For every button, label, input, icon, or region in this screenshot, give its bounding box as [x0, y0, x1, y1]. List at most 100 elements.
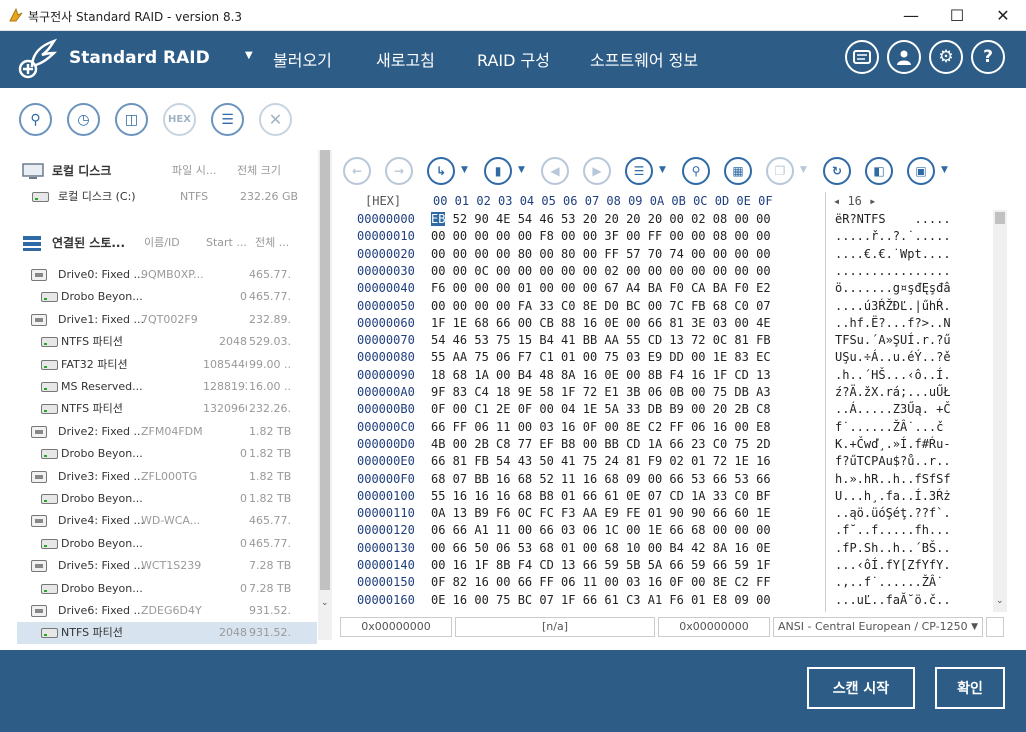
hex-ascii[interactable]: ................ — [835, 264, 951, 278]
hex-ascii[interactable]: f?űTCPAu$?ů..r.. — [835, 454, 951, 468]
hex-ascii[interactable]: K.+Čwď¸.»Í.f#Ŕu- — [835, 437, 951, 451]
hex-view-icon[interactable]: HEX — [163, 103, 196, 136]
hex-ascii[interactable]: ëR?NTFS ..... — [835, 212, 951, 226]
col-total[interactable]: 전체 ... — [255, 232, 289, 254]
col-start[interactable]: Start ... — [206, 232, 247, 254]
hex-ascii[interactable]: ....€.€.˙Wpt.... — [835, 247, 951, 261]
hex-bytes[interactable]: 68 07 BB 16 68 52 11 16 68 09 00 66 53 6… — [431, 472, 771, 486]
save-dropdown-icon[interactable]: ▼ — [941, 165, 948, 175]
hex-row[interactable]: 00000100 55 16 16 16 68 B8 01 66 61 0E 07… — [337, 489, 1009, 506]
hex-bytes[interactable]: 00 16 1F 8B F4 CD 13 66 59 5B 5A 66 59 6… — [431, 558, 771, 572]
hex-row[interactable]: 00000110 0A 13 B9 F6 0C FC F3 AA E9 FE 01… — [337, 506, 1009, 523]
tree-row[interactable]: FAT32 파티션 108544099.00 ... — [17, 354, 317, 376]
tree-row[interactable]: Drobo Beyon... 0 1.82 TB — [17, 443, 317, 465]
hex-ascii[interactable]: .h..´HŠ...‹ô..Í. — [835, 368, 951, 382]
hex-row[interactable]: 00000010 00 00 00 00 00 F8 00 00 3F 00 FF… — [337, 229, 1009, 246]
hex-bytes[interactable]: 00 00 00 00 00 F8 00 00 3F 00 FF 00 00 0… — [431, 229, 771, 243]
bookmark-icon[interactable]: ▮ — [484, 157, 512, 185]
hex-ascii[interactable]: f˙......ŽÂ˙...č — [835, 420, 943, 434]
hex-row[interactable]: 00000150 0F 82 16 00 66 FF 06 11 00 03 16… — [337, 575, 1009, 592]
tree-row[interactable]: Drive4: Fixed ...WD-WCA... 465.77... — [17, 510, 317, 532]
save-icon[interactable]: ▣ — [907, 157, 935, 185]
goto-dropdown-icon[interactable]: ▼ — [461, 165, 468, 175]
hex-bytes[interactable]: 1F 1E 68 66 00 CB 88 16 0E 00 66 81 3E 0… — [431, 316, 771, 330]
hex-bytes[interactable]: 66 FF 06 11 00 03 16 0F 00 8E C2 FF 06 1… — [431, 420, 771, 434]
hex-row[interactable]: 000000D0 4B 00 2B C8 77 EF B8 00 BB CD 1A… — [337, 437, 1009, 454]
hex-ascii[interactable]: .,..f˙......ŽÂ˙ — [835, 575, 943, 589]
list-view-icon[interactable]: ☰ — [211, 103, 244, 136]
grid-icon[interactable]: ▦ — [724, 157, 752, 185]
hex-row[interactable]: 00000140 00 16 1F 8B F4 CD 13 66 59 5B 5A… — [337, 558, 1009, 575]
hex-ascii[interactable]: U...h¸.fa..Í.3Ŕż — [835, 489, 951, 503]
menu-raid-config[interactable]: RAID 구성 — [477, 47, 550, 71]
next-bookmark-icon[interactable]: ▶ — [583, 157, 611, 185]
hex-bytes[interactable]: EB 52 90 4E 54 46 53 20 20 20 20 00 02 0… — [431, 212, 771, 226]
hex-ascii[interactable]: TFSu.´A»ŞUÍ.r.?ű — [835, 333, 951, 347]
goto-icon[interactable]: ↳ — [427, 157, 455, 185]
hex-bytes[interactable]: 66 81 FB 54 43 50 41 75 24 81 F9 02 01 7… — [431, 454, 771, 468]
find-icon[interactable]: ⚲ — [682, 157, 710, 185]
tree-row[interactable]: NTFS 파티션 2048931.52... — [17, 622, 317, 645]
hex-ascii[interactable]: h.».hR..h..fSfSf — [835, 472, 951, 486]
cursor-byte[interactable]: EB — [431, 212, 446, 226]
close-button[interactable]: ✕ — [980, 0, 1026, 31]
panel-icon[interactable]: ◧ — [865, 157, 893, 185]
menu-software-info[interactable]: 소프트웨어 정보 — [590, 47, 698, 71]
search-disk-icon[interactable]: ⚲ — [19, 103, 52, 136]
hex-bytes[interactable]: 54 46 53 75 15 B4 41 BB AA 55 CD 13 72 0… — [431, 333, 771, 347]
hex-row[interactable]: 00000050 00 00 00 00 FA 33 C0 8E D0 BC 00… — [337, 299, 1009, 316]
hex-ascii[interactable]: ź?Ä.žX.rá;...uŰŁ — [835, 385, 951, 399]
help-icon[interactable]: ? — [971, 40, 1005, 74]
messages-icon[interactable] — [845, 40, 879, 74]
hex-bytes[interactable]: 00 66 50 06 53 68 01 00 68 10 00 B4 42 8… — [431, 541, 771, 555]
hex-bytes[interactable]: 18 68 1A 00 B4 48 8A 16 0E 00 8B F4 16 1… — [431, 368, 771, 382]
hex-row[interactable]: 00000000 EB 52 90 4E 54 46 53 20 20 20 20… — [337, 212, 1009, 229]
maximize-button[interactable]: ☐ — [934, 0, 980, 31]
list-icon[interactable]: ☰ — [625, 157, 653, 185]
tree-row[interactable]: Drobo Beyon... 0465.77... — [17, 533, 317, 555]
tree-row[interactable]: Drive5: Fixed ... WCT1S239 7.28 TB — [17, 555, 317, 577]
hex-row[interactable]: 000000C0 66 FF 06 11 00 03 16 0F 00 8E C2… — [337, 420, 1009, 437]
hex-bytes[interactable]: 00 00 00 00 80 00 80 00 FF 57 70 74 00 0… — [431, 247, 771, 261]
tree-row[interactable]: Drive0: Fixed ...9QMB0XP... 465.77... — [17, 264, 317, 286]
bookmark-dropdown-icon[interactable]: ▼ — [518, 165, 525, 175]
hex-row[interactable]: 00000040 F6 00 00 00 01 00 00 00 67 A4 BA… — [337, 281, 1009, 298]
settings-gear-icon[interactable]: ⚙ — [929, 40, 963, 74]
hex-row[interactable]: 00000130 00 66 50 06 53 68 01 00 68 10 00… — [337, 541, 1009, 558]
hex-ascii[interactable]: UŞu.÷Á..u.éÝ..?ě — [835, 350, 951, 364]
col-filesystem[interactable]: 파일 시... — [172, 160, 216, 182]
hex-ascii[interactable]: ...‹ôÍ.fY[ZfYfY. — [835, 558, 951, 572]
hex-bytes[interactable]: 0A 13 B9 F6 0C FC F3 AA E9 FE 01 90 90 6… — [431, 506, 771, 520]
user-icon[interactable] — [887, 40, 921, 74]
menu-refresh[interactable]: 새로고침 — [376, 47, 435, 71]
hex-ascii[interactable]: ..hf.Ë?...f?>..N — [835, 316, 951, 330]
hex-row[interactable]: 000000F0 68 07 BB 16 68 52 11 16 68 09 00… — [337, 472, 1009, 489]
hex-row[interactable]: 00000120 06 66 A1 11 00 66 03 06 1C 00 1E… — [337, 523, 1009, 540]
partition-icon[interactable]: ◷ — [67, 103, 100, 136]
hex-bytes[interactable]: 0F 82 16 00 66 FF 06 11 00 03 16 0F 00 8… — [431, 575, 771, 589]
hex-scrollbar[interactable]: ⌄ — [993, 210, 1007, 612]
hex-bytes[interactable]: 00 00 00 00 FA 33 C0 8E D0 BC 00 7C FB 6… — [431, 299, 771, 313]
hex-ascii[interactable]: .....ř..?.˙..... — [835, 229, 951, 243]
hex-row[interactable]: 00000060 1F 1E 68 66 00 CB 88 16 0E 00 66… — [337, 316, 1009, 333]
tree-row[interactable]: Drive1: Fixed ...7QT002F9 232.89... — [17, 309, 317, 331]
hex-ascii[interactable]: ..ąö.üóŞéţ.??f`. — [835, 506, 951, 520]
hex-row[interactable]: 00000070 54 46 53 75 15 B4 41 BB AA 55 CD… — [337, 333, 1009, 350]
copy-icon[interactable]: ❐ — [766, 157, 794, 185]
hex-bytes[interactable]: 0F 00 C1 2E 0F 00 04 1E 5A 33 DB B9 00 2… — [431, 402, 771, 416]
ok-button[interactable]: 확인 — [935, 667, 1005, 709]
hex-ascii[interactable]: ö.......g¤şđĘşđâ — [835, 281, 951, 295]
hex-ascii[interactable]: ....ú3ŔŽĐĽ.|űhŔ. — [835, 299, 951, 313]
start-scan-button[interactable]: 스캔 시작 — [807, 667, 915, 709]
remove-icon[interactable]: ✕ — [259, 103, 292, 136]
hex-row[interactable]: 00000020 00 00 00 00 80 00 80 00 FF 57 70… — [337, 247, 1009, 264]
tree-row[interactable]: Drive3: Fixed ... ZFL000TG 1.82 TB — [17, 466, 317, 488]
hex-body[interactable]: 00000000 EB 52 90 4E 54 46 53 20 20 20 20… — [337, 212, 1009, 612]
hex-bytes[interactable]: 0E 16 00 75 BC 07 1F 66 61 C3 A1 F6 01 E… — [431, 593, 771, 607]
menu-load[interactable]: 불러오기 — [273, 47, 332, 71]
hex-ascii[interactable]: ..Á.....Z3Űą. +Č — [835, 402, 951, 416]
tree-row[interactable]: MS Reserved... 128819216.00 ... — [17, 376, 317, 398]
hex-ascii[interactable]: .fP.Sh..h..´BŠ.. — [835, 541, 951, 555]
tree-row[interactable]: Drobo Beyon... 0465.77... — [17, 286, 317, 308]
left-scrollbar[interactable]: ⌄ — [318, 150, 332, 640]
